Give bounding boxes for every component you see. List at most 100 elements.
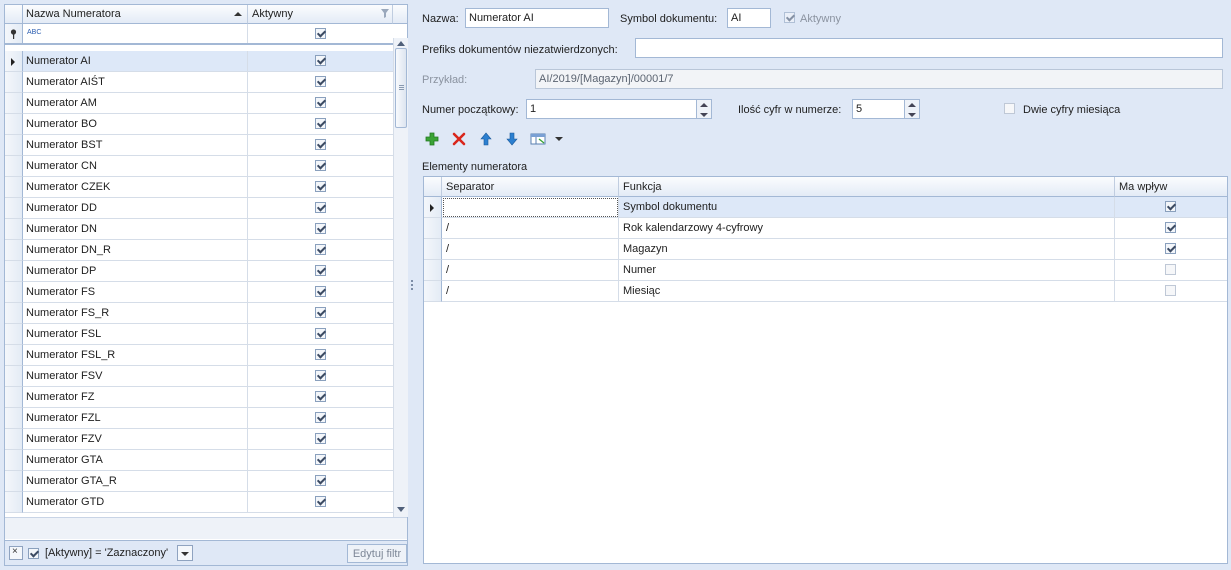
numerator-name-cell[interactable]: Numerator BST: [23, 135, 248, 156]
table-row[interactable]: Numerator AI: [5, 51, 394, 72]
filter-icon[interactable]: [381, 9, 389, 18]
row-indicator[interactable]: [5, 450, 23, 471]
numerator-name-cell[interactable]: Numerator FZL: [23, 408, 248, 429]
filter-history-dropdown[interactable]: [177, 545, 193, 561]
active-checkbox[interactable]: [315, 307, 326, 318]
row-indicator[interactable]: [424, 260, 442, 281]
scroll-thumb[interactable]: [395, 48, 407, 128]
two-digit-month-checkbox[interactable]: [1004, 103, 1015, 114]
numerator-name-cell[interactable]: Numerator FSL_R: [23, 345, 248, 366]
active-checkbox[interactable]: [315, 265, 326, 276]
active-checkbox[interactable]: [315, 475, 326, 486]
row-indicator[interactable]: [5, 345, 23, 366]
move-up-icon[interactable]: [478, 131, 494, 147]
active-checkbox[interactable]: [315, 160, 326, 171]
active-checkbox[interactable]: [315, 454, 326, 465]
numerator-active-cell[interactable]: [248, 366, 394, 387]
function-cell[interactable]: Magazyn: [619, 239, 1115, 260]
numerator-active-cell[interactable]: [248, 471, 394, 492]
row-indicator[interactable]: [5, 114, 23, 135]
edit-filter-button[interactable]: Edytuj filtr: [347, 544, 407, 563]
numerator-active-cell[interactable]: [248, 177, 394, 198]
spin-up-icon[interactable]: [908, 103, 916, 107]
separator-cell[interactable]: /: [442, 218, 619, 239]
spin-down-icon[interactable]: [908, 113, 916, 117]
influence-cell[interactable]: [1115, 197, 1227, 218]
numerator-active-cell[interactable]: [248, 114, 394, 135]
column-chooser-icon[interactable]: [530, 131, 546, 147]
pane-splitter[interactable]: [410, 4, 414, 566]
numerator-name-cell[interactable]: Numerator GTD: [23, 492, 248, 513]
numerator-active-cell[interactable]: [248, 240, 394, 261]
numerator-active-cell[interactable]: [248, 93, 394, 114]
numerator-active-cell[interactable]: [248, 261, 394, 282]
active-checkbox[interactable]: [315, 202, 326, 213]
document-symbol-field[interactable]: AI: [727, 8, 771, 28]
influence-checkbox[interactable]: [1165, 285, 1176, 296]
separator-cell[interactable]: /: [442, 239, 619, 260]
active-filter-checkbox[interactable]: [315, 28, 326, 39]
column-header-separator[interactable]: Separator: [442, 177, 619, 197]
row-indicator[interactable]: [5, 261, 23, 282]
table-row[interactable]: Numerator CZEK: [5, 177, 394, 198]
row-indicator[interactable]: [5, 93, 23, 114]
numerator-name-cell[interactable]: Numerator GTA: [23, 450, 248, 471]
start-number-spinner[interactable]: 1: [526, 99, 712, 119]
row-indicator[interactable]: [424, 197, 442, 218]
numerator-active-cell[interactable]: [248, 387, 394, 408]
numerator-active-cell[interactable]: [248, 135, 394, 156]
active-filter-cell[interactable]: [248, 24, 393, 43]
row-indicator[interactable]: [5, 156, 23, 177]
name-filter-cell[interactable]: ABC: [23, 24, 248, 43]
function-cell[interactable]: Numer: [619, 260, 1115, 281]
digits-spinner[interactable]: 5: [852, 99, 920, 119]
row-indicator[interactable]: [424, 218, 442, 239]
active-checkbox[interactable]: [315, 118, 326, 129]
active-checkbox[interactable]: [315, 55, 326, 66]
table-row[interactable]: Symbol dokumentu: [424, 197, 1227, 218]
numerator-active-cell[interactable]: [248, 345, 394, 366]
row-indicator[interactable]: [5, 177, 23, 198]
numerator-name-cell[interactable]: Numerator BO: [23, 114, 248, 135]
table-row[interactable]: Numerator DP: [5, 261, 394, 282]
table-row[interactable]: Numerator FZ: [5, 387, 394, 408]
move-down-icon[interactable]: [504, 131, 520, 147]
numerator-name-cell[interactable]: Numerator CZEK: [23, 177, 248, 198]
influence-checkbox[interactable]: [1165, 243, 1176, 254]
numerator-name-cell[interactable]: Numerator DN: [23, 219, 248, 240]
active-checkbox[interactable]: [315, 244, 326, 255]
spin-down-icon[interactable]: [700, 113, 708, 117]
table-row[interactable]: Numerator DN: [5, 219, 394, 240]
influence-checkbox[interactable]: [1165, 222, 1176, 233]
row-indicator[interactable]: [424, 239, 442, 260]
numerator-name-cell[interactable]: Numerator DN_R: [23, 240, 248, 261]
numerator-name-cell[interactable]: Numerator CN: [23, 156, 248, 177]
scroll-up-arrow-icon[interactable]: [397, 41, 405, 46]
numerator-active-cell[interactable]: [248, 156, 394, 177]
row-indicator[interactable]: [5, 471, 23, 492]
numerator-name-cell[interactable]: Numerator FSL: [23, 324, 248, 345]
table-row[interactable]: Numerator GTA_R: [5, 471, 394, 492]
column-header-name[interactable]: Nazwa Numeratora: [23, 5, 248, 24]
numerator-active-cell[interactable]: [248, 282, 394, 303]
table-row[interactable]: Numerator AIŚT: [5, 72, 394, 93]
influence-checkbox[interactable]: [1165, 264, 1176, 275]
numerator-active-cell[interactable]: [248, 219, 394, 240]
numerator-name-cell[interactable]: Numerator AM: [23, 93, 248, 114]
row-indicator[interactable]: [5, 324, 23, 345]
function-cell[interactable]: Miesiąc: [619, 281, 1115, 302]
table-row[interactable]: Numerator FS: [5, 282, 394, 303]
numerator-active-cell[interactable]: [248, 408, 394, 429]
row-indicator[interactable]: [5, 366, 23, 387]
table-row[interactable]: Numerator FZV: [5, 429, 394, 450]
table-row[interactable]: Numerator FS_R: [5, 303, 394, 324]
add-icon[interactable]: [424, 131, 440, 147]
numerator-name-cell[interactable]: Numerator GTA_R: [23, 471, 248, 492]
active-checkbox[interactable]: [315, 433, 326, 444]
influence-cell[interactable]: [1115, 239, 1227, 260]
table-row[interactable]: Numerator DN_R: [5, 240, 394, 261]
numerator-active-cell[interactable]: [248, 429, 394, 450]
table-row[interactable]: Numerator GTA: [5, 450, 394, 471]
numerator-active-cell[interactable]: [248, 492, 394, 513]
numerator-active-cell[interactable]: [248, 324, 394, 345]
